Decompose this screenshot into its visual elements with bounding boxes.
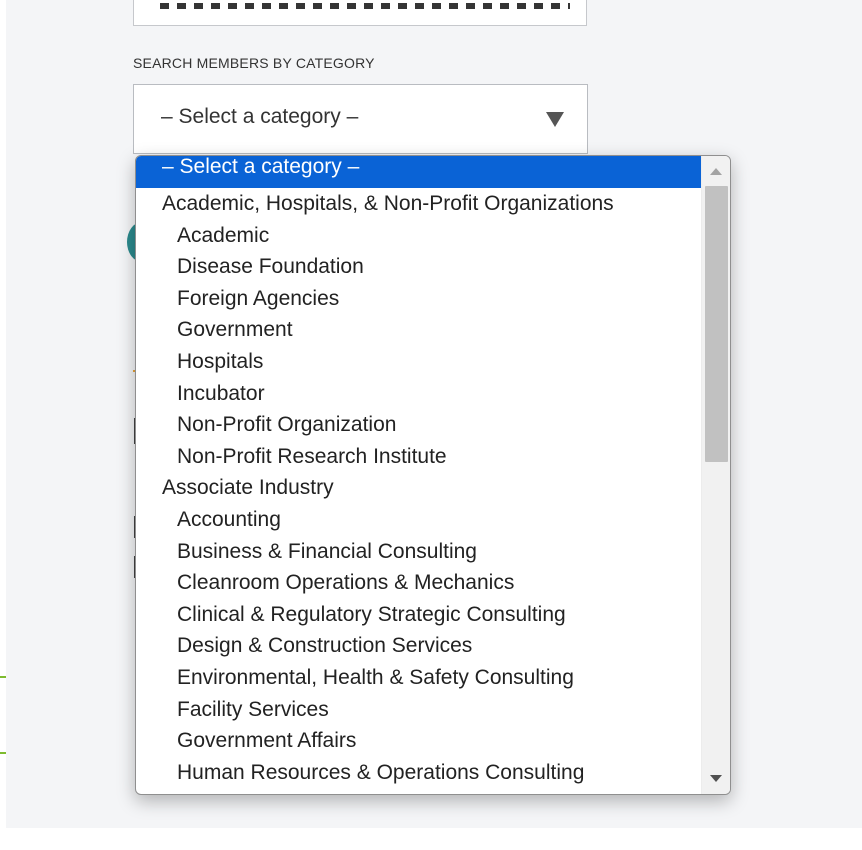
category-option[interactable]: Academic, Hospitals, & Non-Profit Organi…	[136, 188, 702, 220]
category-option[interactable]: Design & Construction Services	[136, 630, 702, 662]
edge-accent-mark	[0, 676, 6, 678]
category-select[interactable]: – Select a category –	[133, 84, 588, 154]
category-select-value: – Select a category –	[161, 105, 359, 128]
category-option[interactable]: Government	[136, 314, 702, 346]
category-dropdown-list[interactable]: – Select a category – Academic, Hospitals…	[135, 155, 731, 795]
category-option[interactable]: Facility Services	[136, 694, 702, 726]
category-option[interactable]: Business & Financial Consulting	[136, 536, 702, 568]
category-option[interactable]: – Select a category –	[136, 156, 702, 188]
category-option[interactable]: Non-Profit Organization	[136, 409, 702, 441]
category-option[interactable]: Environmental, Health & Safety Consultin…	[136, 662, 702, 694]
category-option[interactable]: Government Affairs	[136, 725, 702, 757]
scroll-thumb[interactable]	[705, 186, 728, 462]
category-option[interactable]: Foreign Agencies	[136, 283, 702, 315]
category-option[interactable]: Hospitals	[136, 346, 702, 378]
scroll-up-arrow-icon[interactable]	[710, 168, 722, 175]
category-option[interactable]: Non-Profit Research Institute	[136, 441, 702, 473]
chevron-down-icon	[546, 112, 564, 127]
previous-field-text-cropped	[160, 3, 570, 9]
category-option[interactable]: Incubator	[136, 378, 702, 410]
category-option[interactable]: Cleanroom Operations & Mechanics	[136, 567, 702, 599]
category-option[interactable]: Accounting	[136, 504, 702, 536]
category-option[interactable]: Human Resources & Operations Consulting	[136, 757, 702, 789]
category-search-label: SEARCH MEMBERS BY CATEGORY	[133, 55, 375, 71]
category-option[interactable]: Associate Industry	[136, 472, 702, 504]
category-option[interactable]: Disease Foundation	[136, 251, 702, 283]
category-option[interactable]: Clinical & Regulatory Strategic Consulti…	[136, 599, 702, 631]
category-options: – Select a category – Academic, Hospitals…	[136, 156, 702, 788]
edge-accent-mark	[0, 752, 6, 754]
bottom-edge-strip	[0, 828, 862, 850]
scroll-down-arrow-icon[interactable]	[710, 775, 722, 782]
left-edge-strip	[0, 0, 6, 850]
dropdown-scrollbar[interactable]	[701, 156, 730, 794]
category-option[interactable]: Academic	[136, 220, 702, 252]
